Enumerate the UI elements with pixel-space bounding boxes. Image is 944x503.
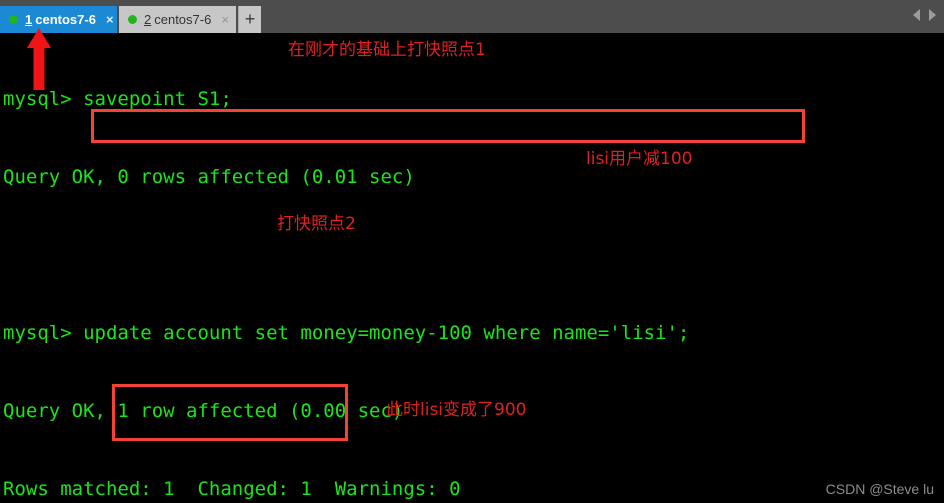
- tab-nav-arrows: [913, 9, 936, 21]
- red-up-arrow-icon: [27, 28, 51, 90]
- tab-index-label: 2: [144, 12, 152, 27]
- new-tab-button[interactable]: +: [238, 6, 261, 33]
- terminal-output[interactable]: mysql> savepoint S1; Query OK, 0 rows af…: [0, 33, 944, 503]
- terminal-window: 1 centos7-6 × 2 centos7-6 × + mysql> sav…: [0, 0, 944, 503]
- terminal-line: mysql> savepoint S1;: [3, 88, 232, 110]
- close-icon[interactable]: ×: [106, 13, 114, 26]
- annotation-lisi-now-900: 此时lisi变成了900: [386, 400, 527, 420]
- terminal-line: mysql> update account set money=money-10…: [3, 322, 690, 344]
- tab-centos7-6-1[interactable]: 1 centos7-6 ×: [0, 6, 117, 33]
- watermark: CSDN @Steve lu: [825, 481, 934, 497]
- chevron-right-icon[interactable]: [929, 9, 936, 21]
- tab-centos7-6-2[interactable]: 2 centos7-6 ×: [119, 6, 236, 33]
- chevron-left-icon[interactable]: [913, 9, 920, 21]
- green-dot-icon: [9, 15, 18, 24]
- annotation-lisi-minus-100: lisi用户减100: [586, 149, 693, 169]
- tab-title: centos7-6: [35, 12, 96, 27]
- tab-title: centos7-6: [154, 12, 212, 27]
- tab-bar: 1 centos7-6 × 2 centos7-6 × +: [0, 0, 944, 33]
- green-dot-icon: [128, 15, 137, 24]
- annotation-savepoint-2: 打快照点2: [277, 214, 356, 234]
- terminal-line: Query OK, 0 rows affected (0.01 sec): [3, 166, 415, 188]
- tab-index-label: 1: [25, 12, 33, 27]
- terminal-line: Rows matched: 1 Changed: 1 Warnings: 0: [3, 478, 461, 500]
- annotation-savepoint-1: 在刚才的基础上打快照点1: [288, 40, 486, 60]
- close-icon[interactable]: ×: [221, 13, 229, 26]
